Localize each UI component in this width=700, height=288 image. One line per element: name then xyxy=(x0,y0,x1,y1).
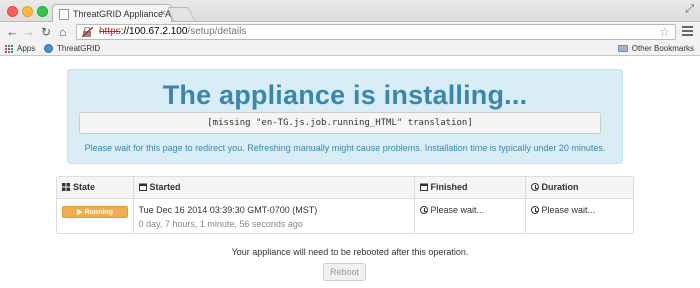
duration-value: Please wait... xyxy=(541,204,596,215)
maximize-window-button[interactable] xyxy=(37,6,48,17)
cell-state: ▶ Running xyxy=(57,198,134,233)
bookmark-threatgrid-label: ThreatGRID xyxy=(57,44,101,53)
clock-icon xyxy=(530,205,539,214)
finished-value: Please wait... xyxy=(430,204,485,215)
insecure-lock-icon xyxy=(82,27,93,37)
cell-duration: Please wait... xyxy=(525,198,633,233)
job-table: State Started Finished Duration ▶ Runnin… xyxy=(56,176,634,234)
cell-finished: Please wait... xyxy=(414,198,526,233)
tab-close-icon[interactable]: × xyxy=(160,8,166,19)
page-title: The appliance is installing... xyxy=(162,80,528,110)
bookmark-threatgrid[interactable]: ThreatGRID xyxy=(44,44,100,53)
started-elapsed: 0 day, 7 hours, 1 minute, 56 seconds ago xyxy=(138,218,303,229)
bookmark-star-icon[interactable]: ☆ xyxy=(659,25,670,39)
reload-icon[interactable]: ↻ xyxy=(41,24,51,40)
browser-toolbar: ← → ↻ ⌂ https://100.67.2.100/setup/detai… xyxy=(0,22,700,42)
browser-tabstrip: ThreatGRID Appliance Adr × ⤢ xyxy=(0,0,700,23)
cell-started: Tue Dec 16 2014 03:39:30 GMT-0700 (MST) … xyxy=(133,198,415,233)
back-arrow-icon[interactable]: ← xyxy=(6,24,19,40)
redirect-note: Please wait for this page to redirect yo… xyxy=(84,143,606,153)
url-path: /setup/details xyxy=(187,26,247,37)
bookmark-other-label: Other Bookmarks xyxy=(631,44,694,53)
minimize-window-button[interactable] xyxy=(22,6,33,17)
close-window-button[interactable] xyxy=(7,6,18,17)
translation-message-box: [missing "en-TG.js.job.running_HTML" tra… xyxy=(79,112,601,134)
bookmark-apps-label: Apps xyxy=(17,44,36,53)
reboot-note: Your appliance will need to be rebooted … xyxy=(231,247,469,257)
apps-grid-icon xyxy=(5,44,13,53)
browser-tab[interactable]: ThreatGRID Appliance Adr × xyxy=(52,4,172,23)
globe-icon xyxy=(44,44,53,53)
header-started: Started xyxy=(133,177,415,199)
header-state-label: State xyxy=(73,182,96,193)
reboot-button[interactable]: Reboot xyxy=(323,263,366,281)
table-header-row: State Started Finished Duration xyxy=(57,177,633,199)
table-row: ▶ Running Tue Dec 16 2014 03:39:30 GMT-0… xyxy=(57,198,633,233)
browser-menu-icon[interactable] xyxy=(682,26,693,38)
calendar-icon xyxy=(138,183,147,192)
address-bar[interactable]: https://100.67.2.100/setup/details ☆ xyxy=(76,24,676,40)
bookmarks-bar: Apps ThreatGRID Other Bookmarks xyxy=(0,42,700,56)
clock-icon xyxy=(419,205,428,214)
page-favicon-icon xyxy=(59,9,69,20)
header-duration: Duration xyxy=(525,177,633,199)
header-started-label: Started xyxy=(149,182,181,193)
clock-icon xyxy=(530,183,539,192)
header-duration-label: Duration xyxy=(541,182,579,193)
url-scheme: https xyxy=(99,26,121,37)
forward-arrow-icon[interactable]: → xyxy=(22,24,35,40)
install-status-panel: The appliance is installing... [missing … xyxy=(67,69,623,164)
home-icon[interactable]: ⌂ xyxy=(59,24,66,40)
folder-icon xyxy=(617,45,628,52)
status-badge-label: Running xyxy=(84,208,113,216)
fullscreen-icon[interactable]: ⤢ xyxy=(685,3,694,16)
bookmark-other[interactable]: Other Bookmarks xyxy=(617,44,694,53)
calendar-icon xyxy=(419,183,428,192)
grid-icon xyxy=(62,183,70,192)
header-finished: Finished xyxy=(414,177,526,199)
header-state: State xyxy=(57,177,134,199)
tab-title: ThreatGRID Appliance Adr xyxy=(73,9,172,19)
started-date: Tue Dec 16 2014 03:39:30 GMT-0700 (MST) xyxy=(138,204,318,215)
header-finished-label: Finished xyxy=(430,182,468,193)
status-badge: ▶ Running xyxy=(62,205,128,218)
bookmark-apps[interactable]: Apps xyxy=(5,44,35,53)
url-host: ://100.67.2.100 xyxy=(120,26,188,37)
